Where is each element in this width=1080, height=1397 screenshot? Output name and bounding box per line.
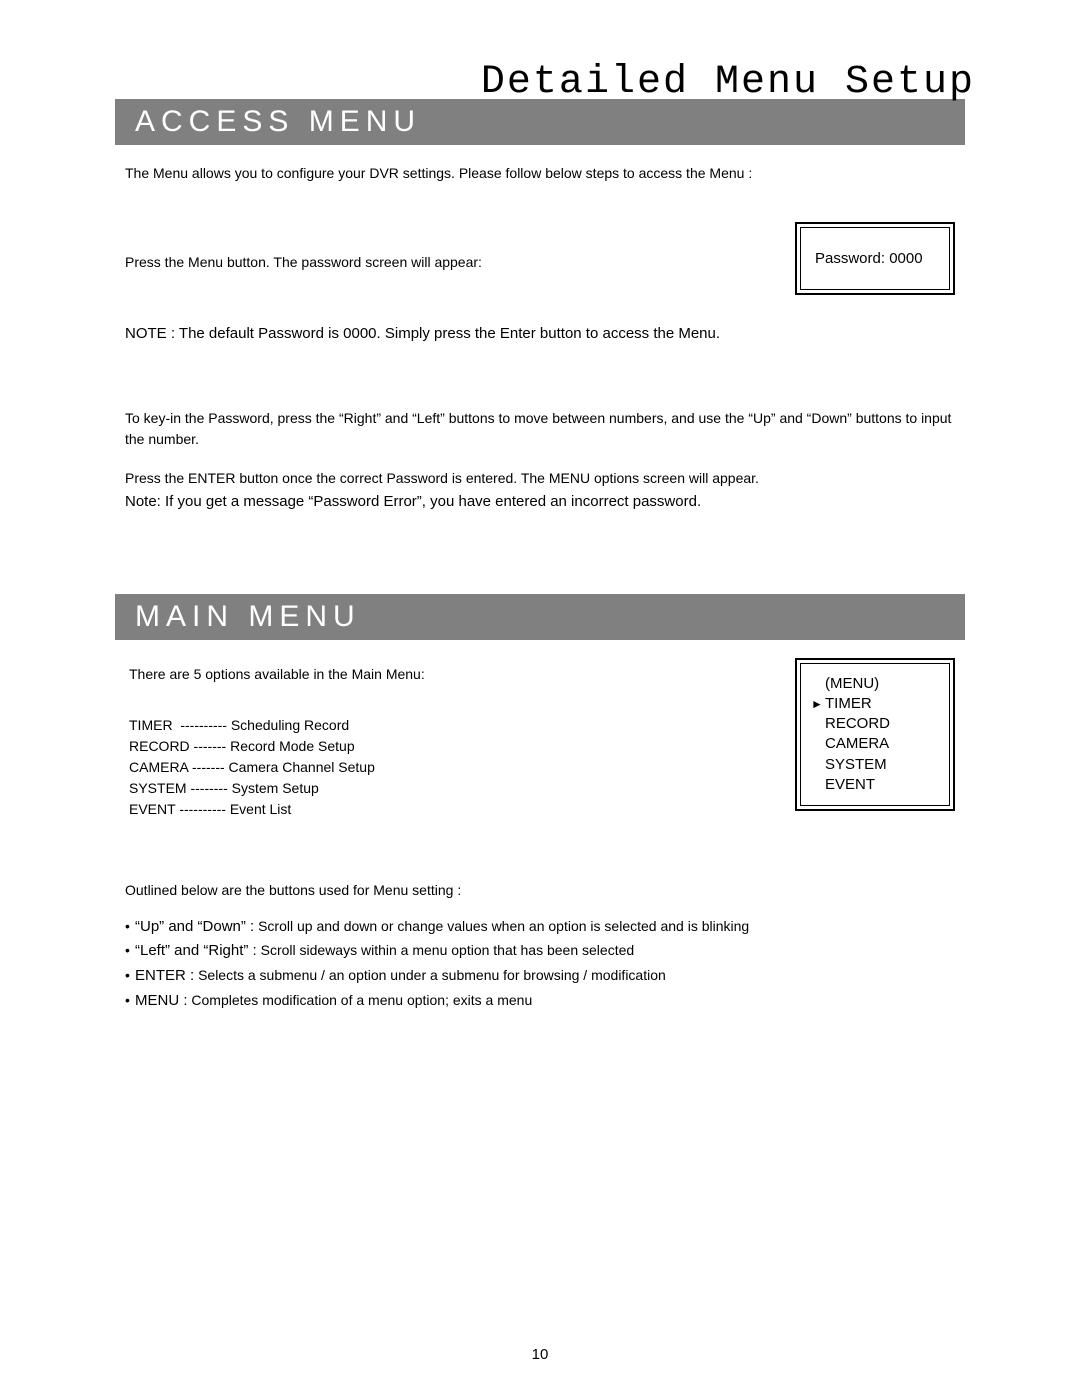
- error-note: Note: If you get a message “Password Err…: [125, 493, 955, 510]
- def-camera: CAMERA ------- Camera Channel Setup: [129, 757, 755, 778]
- menu-item-event: EVENT: [811, 775, 933, 795]
- def-record: RECORD ------- Record Mode Setup: [129, 736, 755, 757]
- def-event: EVENT ---------- Event List: [129, 799, 755, 820]
- def-system: SYSTEM -------- System Setup: [129, 778, 755, 799]
- menu-item-system: SYSTEM: [811, 755, 933, 775]
- main-menu-row: There are 5 options available in the Mai…: [125, 658, 955, 820]
- menu-screen-box: (MENU) ►TIMER RECORD CAMERA SYSTEM EVENT: [795, 658, 955, 812]
- password-screen-box: Password: 0000: [795, 222, 955, 295]
- access-intro: The Menu allows you to configure your DV…: [125, 163, 955, 184]
- press-enter-text: Press the ENTER button once the correct …: [125, 468, 955, 489]
- menu-definitions: TIMER ---------- Scheduling Record RECOR…: [129, 715, 755, 820]
- section-heading-main: MAIN MENU: [115, 594, 965, 640]
- menu-screen-content: (MENU) ►TIMER RECORD CAMERA SYSTEM EVENT: [800, 663, 950, 807]
- page-number: 10: [0, 1346, 1080, 1363]
- menu-item-timer: ►TIMER: [811, 694, 933, 714]
- menu-item-record: RECORD: [811, 714, 933, 734]
- outlined-text: Outlined below are the buttons used for …: [125, 880, 955, 901]
- main-intro: There are 5 options available in the Mai…: [129, 664, 755, 685]
- button-bullets: •“Up” and “Down” : Scroll up and down or…: [125, 915, 955, 1014]
- bullet-leftright: •“Left” and “Right” : Scroll sideways wi…: [125, 939, 955, 964]
- note-text: The default Password is 0000. Simply pre…: [175, 325, 720, 342]
- password-row: Press the Menu button. The password scre…: [125, 222, 955, 295]
- section-heading-access: ACCESS MENU: [115, 99, 965, 145]
- def-timer: TIMER ---------- Scheduling Record: [129, 715, 755, 736]
- password-screen-content: Password: 0000: [800, 227, 950, 290]
- manual-page: Detailed Menu Setup ACCESS MENU The Menu…: [0, 0, 1080, 1397]
- menu-item-camera: CAMERA: [811, 734, 933, 754]
- press-menu-text: Press the Menu button. The password scre…: [125, 222, 765, 270]
- note-label: NOTE :: [125, 325, 175, 342]
- keyin-text: To key-in the Password, press the “Right…: [125, 408, 955, 450]
- bullet-updown: •“Up” and “Down” : Scroll up and down or…: [125, 915, 955, 940]
- note-line: NOTE : The default Password is 0000. Sim…: [125, 323, 955, 346]
- menu-title: (MENU): [811, 674, 933, 694]
- bullet-menu: •MENU : Completes modification of a menu…: [125, 989, 955, 1014]
- bullet-enter: •ENTER : Selects a submenu / an option u…: [125, 964, 955, 989]
- pointer-icon: ►: [811, 696, 825, 712]
